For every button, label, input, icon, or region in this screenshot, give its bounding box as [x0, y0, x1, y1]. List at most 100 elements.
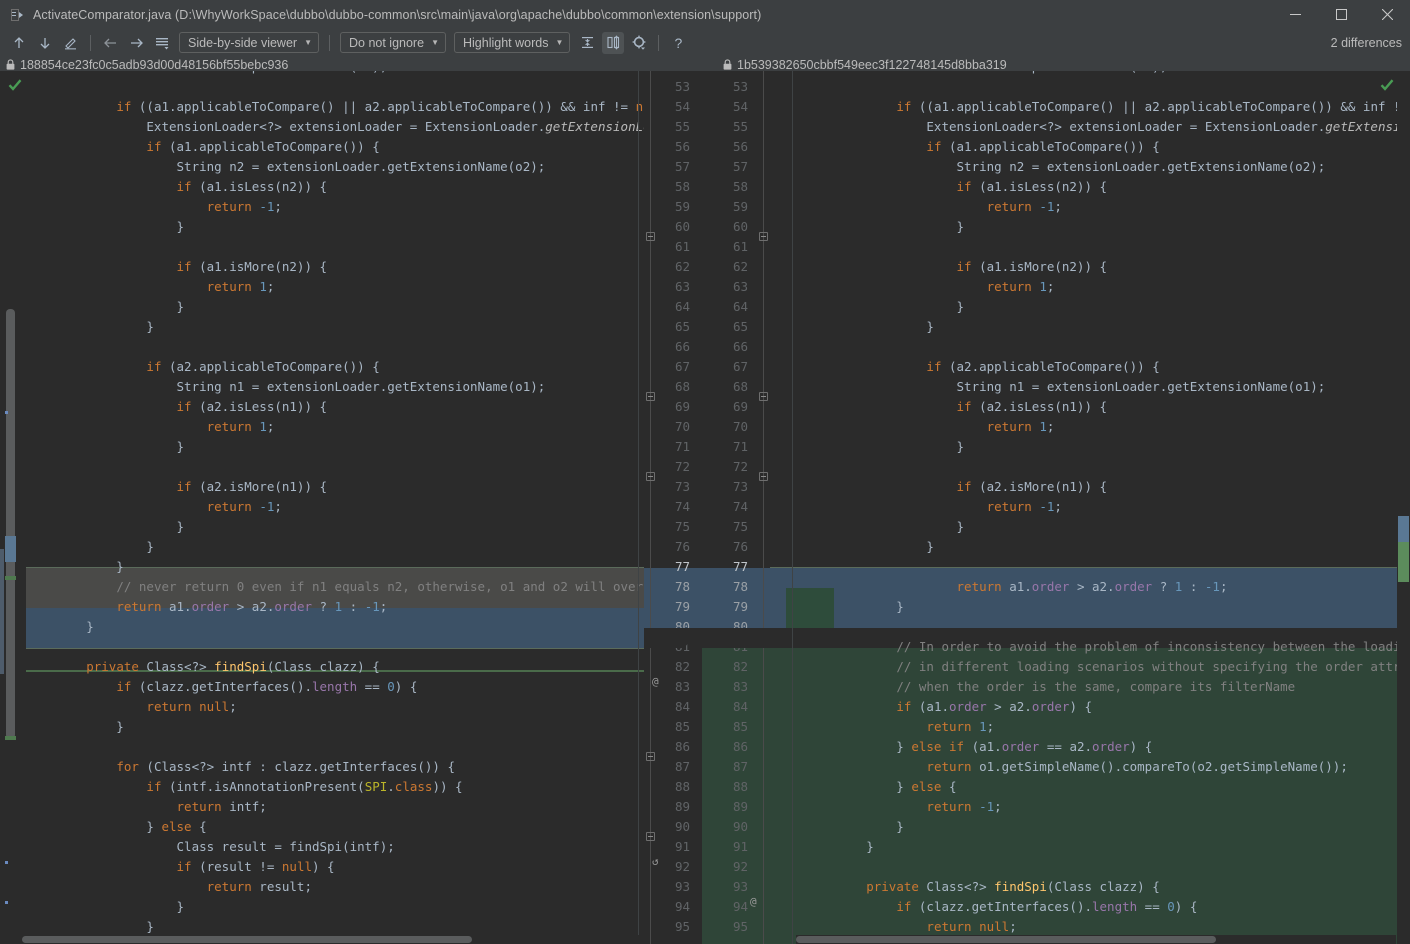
code-line: }	[26, 217, 184, 237]
code-line: return o1.getSimpleName().compareTo(o2.g…	[806, 757, 1348, 777]
lock-icon	[6, 59, 15, 70]
line-number-right: 67	[724, 357, 748, 377]
edit-pencil-icon[interactable]	[60, 32, 82, 54]
code-line: return -1;	[26, 497, 282, 517]
sync-scroll-icon[interactable]	[602, 32, 624, 54]
toolbar-separator-3	[658, 35, 659, 51]
fold-marker-left-68[interactable]	[646, 392, 655, 401]
lines-menu-icon[interactable]	[151, 32, 173, 54]
viewer-mode-label: Side-by-side viewer	[188, 36, 297, 50]
code-line: String n2 = extensionLoader.getExtension…	[806, 157, 1325, 177]
line-number-left: 85	[666, 717, 690, 737]
line-number-right: 90	[724, 817, 748, 837]
fold-marker-left-60[interactable]	[646, 232, 655, 241]
code-line: if ((a1.applicableToCompare() || a2.appl…	[806, 97, 1410, 117]
fold-marker-left-72[interactable]	[646, 472, 655, 481]
code-line: if (a1.applicableToCompare()) {	[26, 137, 380, 157]
code-line: // when the order is the same, compare i…	[806, 677, 1295, 697]
left-scrollbar-thumb[interactable]	[6, 309, 15, 739]
toolbar-separator-2	[329, 35, 330, 51]
line-number-right: 62	[724, 257, 748, 277]
code-line: }	[26, 517, 184, 537]
code-line: private Class<?> findSpi(Class clazz) {	[26, 657, 380, 677]
code-line: if (a1.isMore(n2)) {	[26, 257, 327, 277]
collapse-unchanged-icon[interactable]	[576, 32, 598, 54]
line-number-right: 64	[724, 297, 748, 317]
diff-editor[interactable]: ActivateInfo a2 = parseActivate(o2); if …	[0, 71, 1410, 944]
right-editor-pane[interactable]: ActivateInfo a2 = parseActivate(o2); if …	[770, 71, 1410, 944]
minimize-button[interactable]	[1272, 0, 1318, 29]
code-line: }	[26, 617, 94, 637]
close-button[interactable]	[1364, 0, 1410, 29]
override-annotation-icon-82[interactable]: @	[652, 672, 659, 692]
left-revision-hash: 188854ce23fc0c5adb93d00d48156bf55bebc936	[20, 58, 288, 72]
line-number-left: 92	[666, 857, 690, 877]
java-file-icon	[9, 7, 25, 23]
left-fold-line	[638, 71, 639, 944]
line-number-left: 84	[666, 697, 690, 717]
left-inspection-ok-icon	[8, 78, 22, 92]
chevron-down-icon: ▼	[304, 38, 312, 47]
left-editor-pane[interactable]: ActivateInfo a2 = parseActivate(o2); if …	[0, 71, 644, 944]
right-change-border-top	[770, 567, 1402, 568]
line-number-right: 59	[724, 197, 748, 217]
gear-icon[interactable]	[628, 32, 650, 54]
code-line: return intf;	[26, 797, 267, 817]
line-number-left: 57	[666, 157, 690, 177]
code-line: if (a1.isLess(n2)) {	[26, 177, 327, 197]
fold-marker-left-90[interactable]	[646, 832, 655, 841]
code-line: if (clazz.getInterfaces().length == 0) {	[26, 677, 417, 697]
left-change-marker-added-2	[5, 736, 16, 740]
line-number-right: 65	[724, 317, 748, 337]
code-line: }	[806, 297, 964, 317]
right-horizontal-scrollbar[interactable]	[796, 935, 1396, 944]
ignore-policy-dropdown[interactable]: Do not ignore ▼	[340, 32, 446, 53]
right-hscrollbar-thumb[interactable]	[796, 936, 1216, 943]
line-number-right: 93	[724, 877, 748, 897]
gutter-separator-right	[763, 71, 764, 944]
line-number-left: 83	[666, 677, 690, 697]
left-vertical-scrollbar[interactable]	[4, 71, 17, 944]
line-number-right: 84	[724, 697, 748, 717]
line-number-left: 70	[666, 417, 690, 437]
code-line: return -1;	[806, 197, 1062, 217]
fold-marker-right-68[interactable]	[759, 392, 768, 401]
code-line: // in different loading scenarios withou…	[806, 657, 1410, 677]
apply-to-right-icon[interactable]	[125, 32, 147, 54]
code-line: return 1;	[806, 717, 994, 737]
override-annotation-icon-right-93[interactable]: @	[750, 892, 757, 912]
fold-marker-right-72[interactable]	[759, 472, 768, 481]
line-number-left: 82	[666, 657, 690, 677]
right-fold-line	[792, 71, 793, 944]
help-icon[interactable]: ?	[667, 32, 689, 54]
line-number-right: 72	[724, 457, 748, 477]
maximize-button[interactable]	[1318, 0, 1364, 29]
line-number-right: 92	[724, 857, 748, 877]
viewer-mode-dropdown[interactable]: Side-by-side viewer ▼	[179, 32, 319, 53]
highlight-mode-dropdown[interactable]: Highlight words ▼	[454, 32, 570, 53]
left-hscrollbar-thumb[interactable]	[22, 936, 472, 943]
highlight-mode-label: Highlight words	[463, 36, 548, 50]
line-number-left: 67	[666, 357, 690, 377]
line-number-left: 59	[666, 197, 690, 217]
left-horizontal-scrollbar[interactable]	[22, 935, 644, 944]
apply-to-left-icon[interactable]	[99, 32, 121, 54]
line-number-right: 79	[724, 597, 748, 617]
code-line: return result;	[26, 877, 312, 897]
left-error-marker-2	[5, 861, 8, 864]
right-vertical-scrollbar[interactable]	[1397, 71, 1410, 944]
recursion-annotation-icon-91[interactable]: ↺	[652, 852, 659, 872]
line-number-left: 76	[666, 537, 690, 557]
code-line: ExtensionLoader<?> extensionLoader = Ext…	[26, 117, 644, 137]
line-number-left: 63	[666, 277, 690, 297]
line-number-right: 78	[724, 577, 748, 597]
fold-marker-left-86[interactable]	[646, 752, 655, 761]
next-difference-icon[interactable]	[34, 32, 56, 54]
previous-difference-icon[interactable]	[8, 32, 30, 54]
code-line: String n1 = extensionLoader.getExtension…	[806, 377, 1325, 397]
line-number-left: 54	[666, 97, 690, 117]
line-number-right: 77	[724, 557, 748, 577]
fold-marker-right-60[interactable]	[759, 232, 768, 241]
line-number-left: 93	[666, 877, 690, 897]
code-line: String n2 = extensionLoader.getExtension…	[26, 157, 545, 177]
